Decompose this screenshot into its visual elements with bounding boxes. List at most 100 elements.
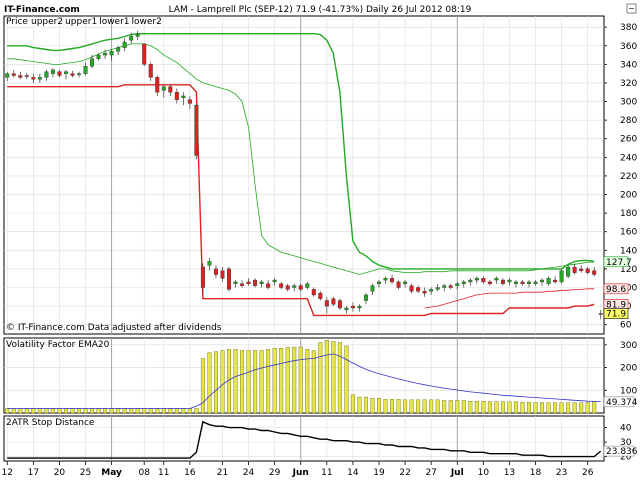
price-y-tick-label-1: 360 bbox=[620, 42, 637, 52]
legend-lower1: lower1 bbox=[99, 17, 129, 27]
volatility-bar bbox=[553, 402, 558, 414]
volatility-bar bbox=[422, 399, 427, 414]
volatility-bar bbox=[357, 396, 362, 414]
candle bbox=[194, 103, 199, 160]
price-y-tick-label-3: 320 bbox=[620, 79, 637, 89]
volatility-bar bbox=[566, 402, 571, 414]
x-tick-label-9: 24 bbox=[243, 468, 255, 478]
legend-volatility-factor: Volatility Factor bbox=[6, 340, 76, 350]
volatility-bar bbox=[507, 401, 512, 414]
x-tick-label-12: 11 bbox=[321, 468, 332, 478]
volatility-bar bbox=[448, 400, 453, 414]
volatility-bar bbox=[31, 408, 36, 414]
volatility-bar bbox=[403, 399, 408, 414]
volatility-bar bbox=[135, 408, 140, 414]
price-y-tick-label-7: 240 bbox=[620, 153, 637, 163]
volatility-bar bbox=[546, 402, 551, 414]
volatility-bar bbox=[279, 348, 284, 414]
volatility-bar bbox=[481, 400, 486, 414]
settings-icon[interactable] bbox=[626, 3, 637, 14]
price-y-tick-label-4: 300 bbox=[620, 98, 637, 108]
volatility-bar bbox=[435, 399, 440, 414]
volatility-bar bbox=[520, 401, 525, 414]
volatility-bar bbox=[253, 350, 258, 414]
volatility-bar bbox=[109, 408, 114, 414]
volatility-bar bbox=[331, 341, 336, 414]
x-tick-label-20: 18 bbox=[530, 468, 542, 478]
volatility-bar bbox=[383, 399, 388, 414]
x-tick-label-0: 12 bbox=[2, 468, 13, 478]
volatility-bar bbox=[572, 402, 577, 414]
volatility-bar bbox=[194, 408, 199, 414]
price-y-tick-label-16: 60 bbox=[620, 321, 632, 331]
x-tick-label-10: 29 bbox=[269, 468, 281, 478]
volatility-bar bbox=[70, 408, 75, 414]
volatility-bar bbox=[233, 349, 238, 414]
x-tick-label-18: 10 bbox=[478, 468, 490, 478]
volatility-bar bbox=[272, 348, 277, 414]
volatility-bar bbox=[155, 408, 160, 414]
volatility-bar bbox=[461, 400, 466, 414]
x-tick-label-3: 25 bbox=[80, 468, 91, 478]
x-tick-label-19: 13 bbox=[504, 468, 515, 478]
volatility-value-label: 49.374 bbox=[603, 396, 638, 408]
atr-panel: 2ATR Stop Distance 403020 23.836 bbox=[3, 415, 638, 463]
chart-svg: IT-Finance.com LAM - Lamprell Plc (SEP-1… bbox=[0, 0, 640, 480]
volatility-bar bbox=[96, 408, 101, 414]
volatility-bar bbox=[540, 402, 545, 414]
x-tick-label-13: 14 bbox=[347, 468, 359, 478]
volatility-bar bbox=[533, 402, 538, 414]
price-y-tick-label-5: 280 bbox=[620, 116, 637, 126]
price-y-tick-label-8: 220 bbox=[620, 172, 637, 182]
volatility-bar bbox=[142, 408, 147, 414]
volatility-bar bbox=[298, 346, 303, 414]
price-y-tick-label-9: 200 bbox=[620, 191, 637, 201]
legend-price: Price bbox=[6, 17, 28, 27]
volatility-bar bbox=[579, 402, 584, 414]
volatility-bar bbox=[468, 400, 473, 414]
volatility-bar bbox=[344, 345, 349, 414]
x-tick-label-4: May bbox=[101, 468, 122, 478]
volatility-bar bbox=[181, 408, 186, 414]
volatility-bar bbox=[240, 350, 245, 414]
volatility-bar bbox=[18, 408, 23, 414]
volatility-bar bbox=[207, 352, 212, 414]
vol-y-tick-label-0: 300 bbox=[620, 341, 637, 351]
brand-label: IT-Finance.com bbox=[4, 5, 80, 15]
volatility-bar bbox=[259, 350, 264, 414]
volatility-bar bbox=[363, 396, 368, 414]
volatility-bar bbox=[161, 408, 166, 414]
x-tick-label-5: 08 bbox=[138, 468, 150, 478]
price-value-label-1: 98.6 bbox=[603, 283, 629, 295]
price-y-tick-label-11: 160 bbox=[620, 228, 637, 238]
legend-lower2: lower2 bbox=[132, 17, 162, 27]
volatility-bar bbox=[200, 358, 205, 414]
x-tick-label-2: 20 bbox=[54, 468, 66, 478]
volatility-bar bbox=[455, 400, 460, 414]
volatility-bar bbox=[559, 402, 564, 414]
x-tick-label-16: 27 bbox=[425, 468, 436, 478]
candle bbox=[227, 267, 231, 292]
volatility-bar bbox=[220, 350, 225, 414]
volatility-bar bbox=[90, 408, 95, 414]
price-value-label-3: 71.9 bbox=[603, 308, 629, 320]
svg-text:71.9: 71.9 bbox=[606, 310, 626, 320]
x-tick-label-1: 17 bbox=[28, 468, 39, 478]
volatility-bar bbox=[174, 408, 179, 414]
price-panel-footer: © IT-Finance.com Data adjusted after div… bbox=[6, 323, 222, 333]
candle bbox=[337, 298, 342, 310]
x-tick-label-7: 16 bbox=[184, 468, 196, 478]
vol-y-tick-label-2: 100 bbox=[620, 386, 637, 396]
candle bbox=[142, 43, 147, 67]
x-tick-label-21: 23 bbox=[556, 468, 567, 478]
volatility-bar bbox=[527, 401, 531, 414]
volatility-bar bbox=[116, 408, 121, 414]
volatility-bar bbox=[409, 399, 414, 414]
volatility-bar bbox=[83, 408, 88, 414]
volatility-bar bbox=[266, 349, 271, 414]
legend-upper1: upper1 bbox=[65, 17, 97, 27]
legend-upper2: upper2 bbox=[31, 17, 63, 27]
volatility-bar bbox=[148, 408, 153, 414]
volatility-bar bbox=[168, 408, 173, 414]
x-tick-label-22: 26 bbox=[582, 468, 594, 478]
